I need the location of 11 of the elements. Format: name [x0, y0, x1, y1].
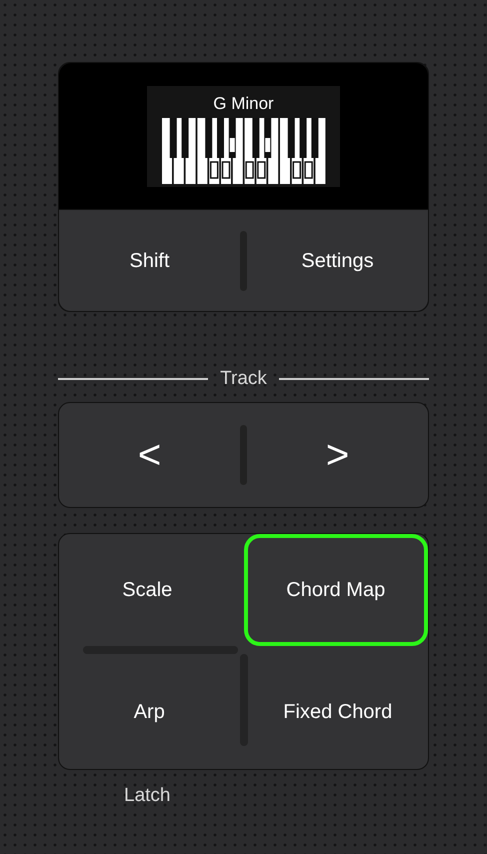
mode-button[interactable]: Settings — [247, 210, 428, 311]
track-label: Track — [220, 366, 267, 391]
mode-button[interactable]: Arp — [59, 654, 240, 769]
previous-track-button[interactable]: < — [59, 403, 240, 507]
latch-label: Latch — [124, 784, 172, 808]
mode-button[interactable]: Fixed Chord — [248, 654, 428, 769]
mode-button[interactable]: Scale — [59, 534, 236, 646]
mode-button[interactable]: Shift — [59, 210, 240, 311]
next-track-button[interactable]: > — [247, 403, 428, 507]
mode-button[interactable]: Chord Map — [244, 534, 428, 646]
scale-name: G Minor — [213, 94, 274, 114]
